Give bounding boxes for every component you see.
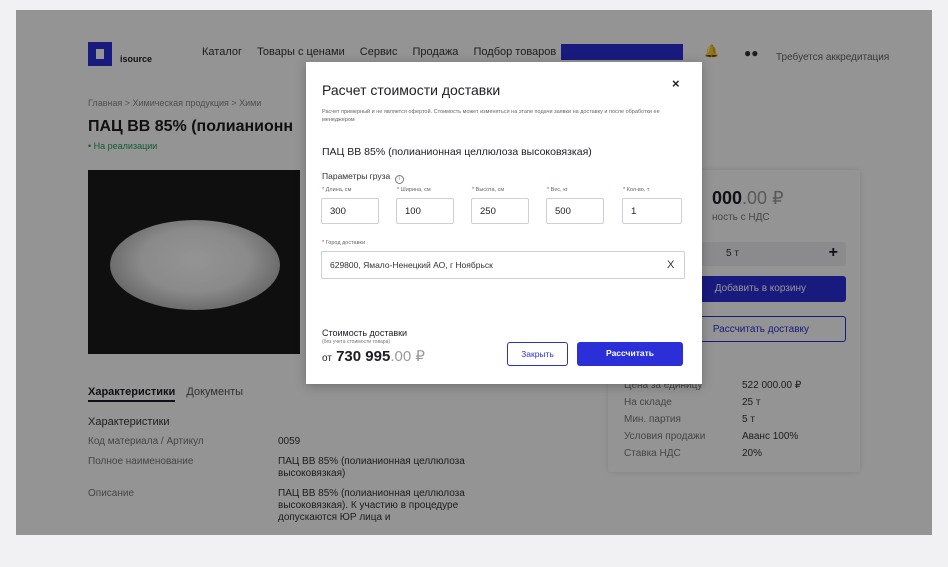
weight-label: * Вес, кг [547,187,568,193]
modal-product-name: ПАЦ ВВ 85% (полианионная целлюлоза высок… [322,146,592,158]
length-label-text: Длина, см [325,187,352,193]
height-label: * Высота, см [472,187,505,193]
length-field[interactable]: 300 [321,198,379,224]
cost-label: Стоимость доставки [322,328,408,338]
cost-fraction: .00 ₽ [390,348,425,365]
clear-icon[interactable]: X [667,259,674,271]
width-label: * Ширина, см [397,187,431,193]
city-label: * Город доставки [322,240,366,246]
close-icon[interactable]: × [672,76,680,91]
close-button[interactable]: Закрыть [507,342,568,366]
delivery-cost-modal: Расчет стоимости доставки × Расчет приме… [306,62,702,384]
modal-title: Расчет стоимости доставки [322,82,501,98]
count-field[interactable]: 1 [622,198,682,224]
city-label-text: Город доставки [325,240,366,246]
count-label-text: Кол-во, т [626,187,650,193]
cargo-params-text: Параметры груза [322,171,391,181]
city-field[interactable]: 629800, Ямало-Ненецкий АО, г Ноябрьск [321,251,685,279]
cost-prefix: от [322,353,332,364]
count-label: * Кол-во, т [623,187,650,193]
weight-label-text: Вес, кг [550,187,568,193]
cost-subtitle: (без учета стоимости товара) [322,339,391,345]
cost-value: от 730 995.00 ₽ [322,347,425,365]
viewport: isource Каталог Товары с ценами Сервис П… [16,10,932,535]
width-label-text: Ширина, см [400,187,431,193]
height-field[interactable]: 250 [471,198,529,224]
info-icon[interactable]: i [394,175,404,184]
cargo-params-label: Параметры груза i [322,171,404,184]
length-label: * Длина, см [322,187,352,193]
modal-note: Расчет примерный и не является офертой. … [322,109,660,123]
weight-field[interactable]: 500 [546,198,604,224]
height-label-text: Высота, см [475,187,505,193]
calculate-button[interactable]: Рассчитать [577,342,683,366]
width-field[interactable]: 100 [396,198,454,224]
cost-main: 730 995 [336,348,391,365]
